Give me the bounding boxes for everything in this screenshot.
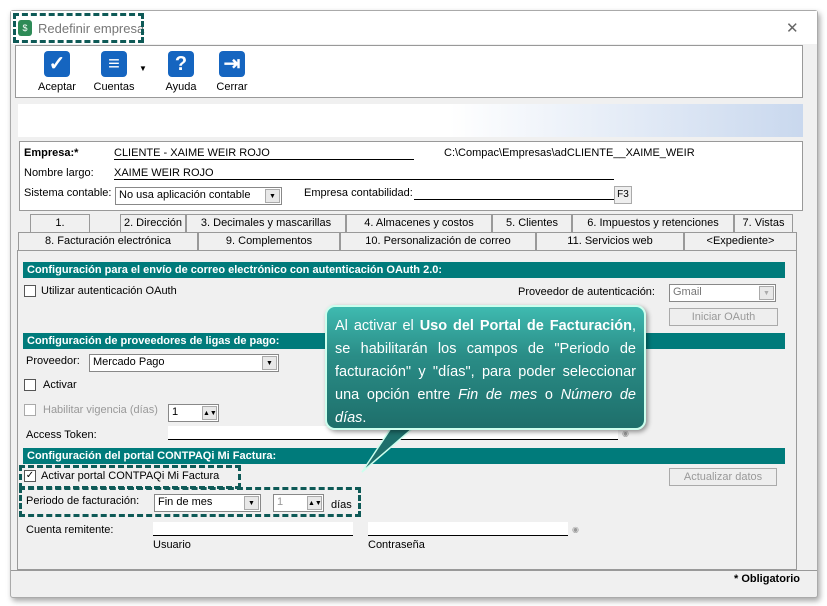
token-label: Access Token: (26, 429, 97, 441)
nombre-label: Nombre largo: (24, 167, 94, 179)
usuario-field[interactable] (153, 522, 353, 536)
empresa-cont-label: Empresa contabilidad: (304, 187, 413, 199)
app-icon: $ (18, 20, 32, 36)
empresa-label: Empresa:* (24, 147, 79, 159)
eye-icon[interactable]: ◉ (572, 525, 579, 534)
f3-button[interactable]: F3 (614, 186, 632, 204)
vigencia-label: Habilitar vigencia (días) (43, 404, 158, 416)
dias-value: 1 (277, 496, 284, 508)
check-icon: ✓ (44, 51, 70, 77)
actualizar-button[interactable]: Actualizar datos (669, 468, 777, 486)
empresa-field[interactable]: CLIENTE - XAIME WEIR ROJO (114, 147, 414, 160)
eye-icon[interactable]: ◉ (622, 429, 629, 438)
cerrar-button[interactable]: ⇥ Cerrar (212, 51, 252, 95)
header-banner (18, 104, 803, 137)
tab-6-tabs_row1[interactable]: 7. Vistas (734, 214, 793, 232)
empresa-cont-field[interactable] (414, 187, 614, 200)
oauth-checkbox[interactable] (24, 285, 36, 297)
cerrar-label: Cerrar (216, 81, 248, 93)
password-label: Contraseña (368, 539, 425, 551)
sistema-select[interactable]: No usa aplicación contable ▼ (115, 187, 282, 205)
sistema-label: Sistema contable: (24, 187, 112, 199)
aceptar-label: Aceptar (38, 81, 76, 93)
tab-1-tabs_row1[interactable]: 2. Dirección (120, 214, 186, 232)
portal-checkbox[interactable]: ✓ (24, 470, 36, 482)
chevron-down-icon: ▼ (244, 496, 259, 510)
help-icon: ? (168, 51, 194, 77)
tab-5-tabs_row1[interactable]: 6. Impuestos y retenciones (572, 214, 734, 232)
tab-2-tabs_row2[interactable]: 10. Personalización de correo (340, 232, 536, 250)
exit-door-icon: ⇥ (219, 51, 245, 77)
oauth-provider-value: Gmail (673, 286, 702, 298)
oauth-provider-select[interactable]: Gmail ▼ (669, 284, 776, 302)
vigencia-spinner[interactable]: 1 ▲▼ (168, 404, 219, 422)
iniciar-oauth-button[interactable]: Iniciar OAuth (669, 308, 778, 326)
tab-0-tabs_row2[interactable]: 8. Facturación electrónica (18, 232, 198, 250)
dias-label: días (331, 499, 352, 511)
dias-spinner[interactable]: 1 ▲▼ (273, 494, 324, 512)
callout-text: o (537, 387, 561, 403)
aceptar-button[interactable]: ✓ Aceptar (36, 51, 78, 95)
chevron-down-icon: ▼ (262, 356, 277, 370)
cuentas-label: Cuentas (93, 81, 135, 93)
cuenta-label: Cuenta remitente: (26, 524, 114, 536)
callout-italic: Fin de mes (458, 387, 538, 403)
payment-provider-select[interactable]: Mercado Pago ▼ (89, 354, 279, 372)
chevron-down-icon: ▼ (759, 286, 774, 300)
spinner-arrows-icon[interactable]: ▲▼ (202, 406, 217, 420)
callout-text: Al activar el (335, 318, 420, 334)
tab-4-tabs_row2[interactable]: <Expediente> (684, 232, 797, 250)
periodo-select[interactable]: Fin de mes ▼ (154, 494, 261, 512)
window-title: Redefinir empresa (38, 21, 145, 36)
tab-1-tabs_row2[interactable]: 9. Complementos (198, 232, 340, 250)
activar-label: Activar (43, 379, 77, 391)
payment-provider-value: Mercado Pago (93, 356, 165, 368)
spinner-arrows-icon[interactable]: ▲▼ (307, 496, 322, 510)
periodo-label: Periodo de facturación: (26, 495, 140, 507)
vigencia-checkbox[interactable] (24, 404, 36, 416)
portal-activate-label: Activar portal CONTPAQi Mi Factura (41, 470, 220, 482)
callout-tooltip: Al activar el Uso del Portal de Facturac… (325, 305, 646, 430)
tab-3-tabs_row1[interactable]: 4. Almacenes y costos (346, 214, 492, 232)
nombre-field[interactable]: XAIME WEIR ROJO (114, 167, 614, 180)
tab-0-tabs_row1[interactable]: 1. Generales (30, 214, 90, 246)
company-path: C:\Compac\Empresas\adCLIENTE__XAIME_WEIR (444, 147, 695, 159)
oauth-header: Configuración para el envío de correo el… (23, 262, 785, 278)
chevron-down-icon: ▼ (265, 189, 280, 203)
sistema-value: No usa aplicación contable (119, 189, 251, 201)
usuario-label: Usuario (153, 539, 191, 551)
oauth-provider-label: Proveedor de autenticación: (518, 286, 655, 298)
footer-bar (11, 570, 817, 590)
ayuda-label: Ayuda (165, 81, 197, 93)
password-field[interactable] (368, 522, 568, 536)
required-note: * Obligatorio (734, 573, 800, 585)
oauth-use-label: Utilizar autenticación OAuth (41, 285, 177, 297)
activar-checkbox[interactable] (24, 379, 36, 391)
callout-bold: Uso del Portal de Facturación (419, 318, 632, 334)
vigencia-value: 1 (172, 406, 179, 418)
cuentas-dropdown-icon[interactable]: ▼ (139, 64, 147, 73)
ayuda-button[interactable]: ? Ayuda (161, 51, 201, 95)
tab-4-tabs_row1[interactable]: 5. Clientes (492, 214, 572, 232)
payment-provider-label: Proveedor: (26, 355, 80, 367)
cuentas-button[interactable]: ≡ Cuentas (92, 51, 136, 95)
tab-2-tabs_row1[interactable]: 3. Decimales y mascarillas (186, 214, 346, 232)
periodo-value: Fin de mes (158, 496, 213, 508)
close-button[interactable]: ✕ (786, 19, 799, 37)
list-icon: ≡ (101, 51, 127, 77)
callout-text: . (362, 410, 367, 426)
tab-3-tabs_row2[interactable]: 11. Servicios web (536, 232, 684, 252)
